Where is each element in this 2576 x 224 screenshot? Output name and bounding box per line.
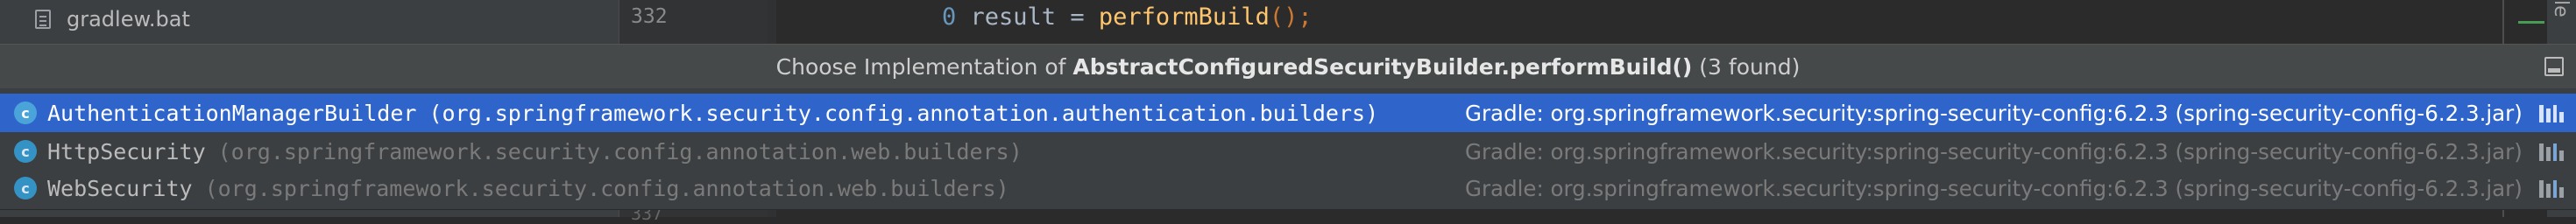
pin-window-icon[interactable] [2544,57,2564,76]
code-punct: (); [1269,4,1313,31]
library-icon [2539,178,2564,198]
library-location: Gradle: org.springframework.security:spr… [1465,100,2523,126]
line-number: 332 [631,5,668,28]
package-name: (org.springframework.security.config.ann… [204,175,1009,201]
code-function: performBuild [1098,4,1270,31]
right-tool-strip-label[interactable]: le [2550,0,2572,18]
library-icon [2539,103,2564,122]
code-text: result = [970,4,1099,31]
popup-header-method: AbstractConfiguredSecurityBuilder.perfor… [1072,53,1693,80]
library-location: Gradle: org.springframework.security:spr… [1465,175,2523,201]
class-icon: c [14,102,37,124]
file-icon [35,10,51,29]
class-name: HttpSecurity [47,138,206,164]
library-icon [2539,142,2564,161]
popup-header: Choose Implementation of AbstractConfigu… [0,45,2576,88]
code-number: 0 [942,4,957,31]
popup-header-prefix: Choose Implementation of [775,53,1073,80]
project-file-label: gradlew.bat [67,7,190,32]
implementation-row[interactable]: c WebSecurity (org.springframework.secur… [0,169,2576,207]
choose-implementation-popup: Choose Implementation of AbstractConfigu… [0,44,2576,210]
class-icon: c [14,140,37,163]
implementation-row[interactable]: c AuthenticationManagerBuilder (org.spri… [0,94,2576,132]
change-marker [2518,21,2544,24]
class-name: AuthenticationManagerBuilder [47,100,417,126]
project-file-item[interactable]: gradlew.bat [35,0,190,38]
library-location: Gradle: org.springframework.security:spr… [1465,138,2523,164]
class-icon: c [14,177,37,200]
code-line: 0 result = performBuild(); [942,4,1313,31]
implementation-row[interactable]: c HttpSecurity (org.springframework.secu… [0,132,2576,171]
popup-header-count: (3 found) [1692,53,1801,80]
class-name: WebSecurity [47,175,193,201]
package-name: (org.springframework.security.config.ann… [217,138,1023,164]
package-name: (org.springframework.security.config.ann… [428,100,1379,126]
